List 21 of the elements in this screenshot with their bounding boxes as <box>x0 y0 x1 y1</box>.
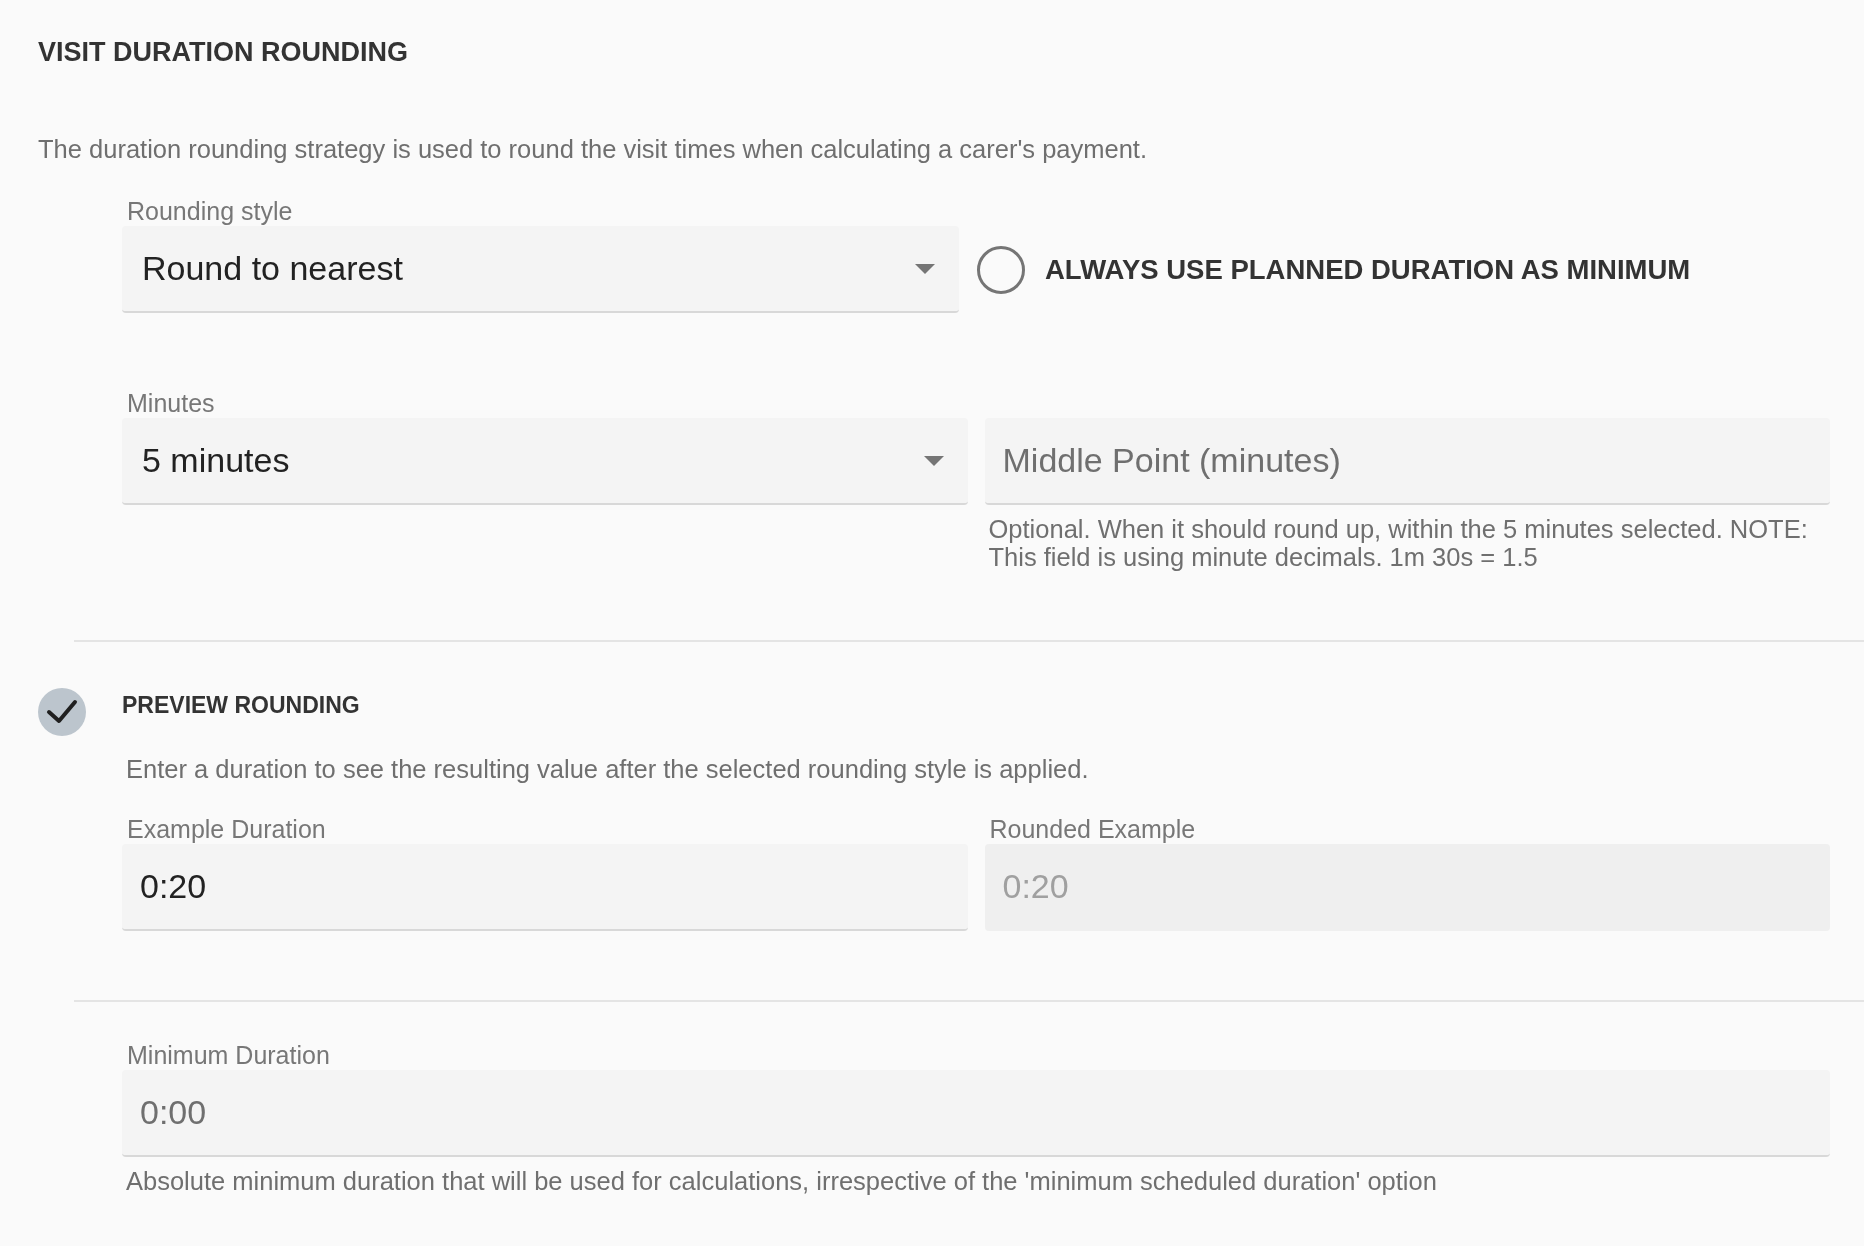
field-label: Rounding style <box>126 197 294 225</box>
preview-description: Enter a duration to see the resulting value after the selected rounding style is applied. <box>125 755 1090 783</box>
checkbox-label: ALWAYS USE PLANNED DURATION AS MINIMUM <box>1045 253 1691 286</box>
check-circle-icon[interactable] <box>38 688 86 736</box>
circle-icon[interactable] <box>977 245 1025 294</box>
minimum-duration-input[interactable]: 0:00 <box>122 1070 1830 1157</box>
section-title: VISIT DURATION ROUNDING <box>38 37 409 67</box>
example-duration-input[interactable]: 0:20 <box>122 844 968 931</box>
middle-point-input[interactable]: Middle Point (minutes) <box>984 418 1830 505</box>
caret-down-icon <box>923 455 944 466</box>
field-label: Minimum Duration <box>126 1041 331 1069</box>
field-label: Rounded Example <box>988 815 1197 843</box>
field-label: Minutes <box>126 389 216 417</box>
help-text: Optional. When it should round up, within the 5 minutes selected. NOTE: This field is using minute decimals. 1m 30s = 1.5 <box>987 515 1809 571</box>
field-label: Example Duration <box>126 815 327 843</box>
caret-down-icon <box>915 263 935 274</box>
section-description: The duration rounding strategy is used to round the visit times when calculating a carer's payment. <box>38 134 1149 164</box>
help-text: Absolute minimum duration that will be used for calculations, irrespective of the 'minimum scheduled duration' option <box>125 1167 1438 1195</box>
rounding-style-select[interactable]: Round to nearest <box>122 226 959 313</box>
preview-title: PREVIEW ROUNDING <box>122 691 360 720</box>
minutes-select[interactable]: 5 minutes <box>122 418 968 505</box>
